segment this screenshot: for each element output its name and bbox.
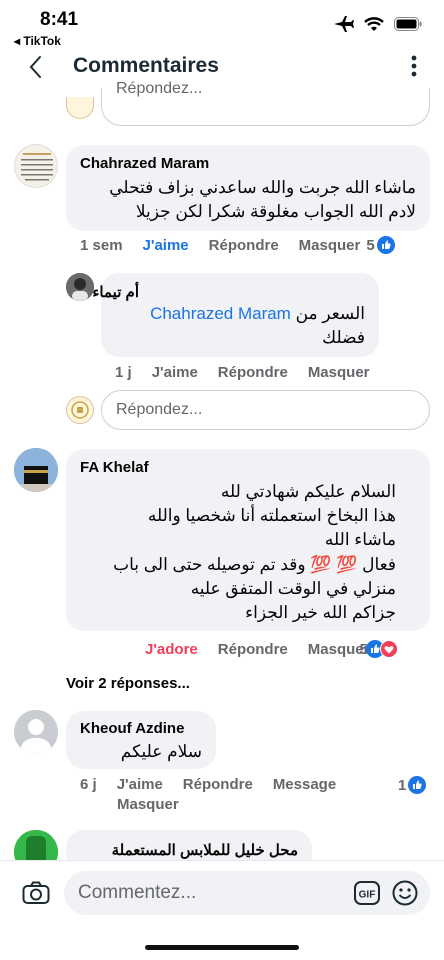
wifi-icon xyxy=(364,16,384,31)
comment-text-line: السلام عليكم شهادتي لله xyxy=(220,482,396,501)
reaction-count[interactable]: 1 xyxy=(398,777,406,794)
status-time: 8:41 xyxy=(40,9,79,30)
reply-placeholder: Répondez... xyxy=(116,80,203,97)
comment-text: سلام عليكم xyxy=(120,742,202,761)
heart-icon xyxy=(379,640,398,658)
more-icon[interactable] xyxy=(410,54,418,78)
reply-button[interactable]: Répondre xyxy=(209,237,279,254)
gif-icon[interactable]: GIF xyxy=(354,881,380,905)
avatar-image xyxy=(21,153,53,181)
comment-placeholder: Commentez... xyxy=(78,882,197,903)
reply-bubble[interactable]: أم تيماء السعر من Chahrazed Maram فضلك xyxy=(92,273,379,357)
home-indicator xyxy=(145,945,299,950)
comment-actions-row2: Masquer xyxy=(117,796,179,813)
message-button[interactable]: Message xyxy=(273,776,336,793)
back-to-app-link[interactable]: ◂ TikTok xyxy=(14,34,61,48)
reply-text-line: السعر من Chahrazed Maram xyxy=(105,303,365,325)
reply-text-part: السعر من xyxy=(295,304,365,323)
reply-author[interactable]: أم تيماء xyxy=(92,283,139,301)
reply-button[interactable]: Répondre xyxy=(218,364,288,381)
reply-time: 1 j xyxy=(115,364,132,381)
comment-author[interactable]: Chahrazed Maram xyxy=(80,155,209,172)
airplane-icon xyxy=(334,16,354,32)
hide-button[interactable]: Masquer xyxy=(308,364,370,381)
comment-text-line: ماشاء الله xyxy=(324,530,396,549)
see-replies-link[interactable]: Voir 2 réponses... xyxy=(66,675,190,692)
comment-reactions[interactable]: 1 xyxy=(398,776,427,794)
like-button[interactable]: J'aime xyxy=(143,237,189,254)
avatar[interactable] xyxy=(66,273,94,301)
emoji-icon[interactable] xyxy=(392,880,418,906)
comment-author[interactable]: محل خليل للملابس المستعملة xyxy=(112,841,298,859)
comment-actions: 6 j J'aime Répondre Message xyxy=(80,776,336,793)
like-button[interactable]: J'aime xyxy=(117,776,163,793)
comment-bubble[interactable]: Chahrazed Maram ماشاء الله جربت والله سا… xyxy=(66,145,430,231)
camera-icon[interactable] xyxy=(22,881,50,905)
comment-composer-bar: Commentez... GIF xyxy=(0,860,444,960)
comment-time: 1 sem xyxy=(80,236,123,254)
comment-text-line: ماشاء الله جربت والله ساعدني بزاف فتحلي xyxy=(109,178,416,197)
battery-icon xyxy=(394,17,422,31)
like-button[interactable]: J'aime xyxy=(152,364,198,381)
avatar-image xyxy=(14,448,58,492)
comment-actions: J'adore Répondre Masquer 5 xyxy=(145,640,398,658)
comment-input[interactable]: Commentez... GIF xyxy=(64,871,430,915)
back-arrow-icon[interactable] xyxy=(22,52,52,82)
comment-bubble[interactable]: FA Khelaf السلام عليكم شهادتي لله هذا ال… xyxy=(66,449,430,631)
avatar[interactable] xyxy=(14,448,58,492)
comment-text-line: جزاكم الله خير الجزاء xyxy=(245,603,396,622)
like-icon xyxy=(376,236,395,254)
reply-text-line: فضلك xyxy=(322,328,365,347)
avatar[interactable] xyxy=(14,710,58,754)
status-icons xyxy=(334,16,422,32)
reply-button[interactable]: Répondre xyxy=(218,641,288,658)
comment-time: 6 j xyxy=(80,776,97,793)
avatar-image xyxy=(71,401,89,419)
comment-author[interactable]: FA Khelaf xyxy=(80,459,149,476)
comment-text-line: هذا البخاخ استعملته أنا شخصيا والله xyxy=(147,506,396,525)
avatar[interactable] xyxy=(14,144,58,188)
reaction-count[interactable]: 5 xyxy=(366,237,374,254)
avatar-image xyxy=(66,273,94,301)
hide-button[interactable]: Masquer xyxy=(299,237,361,254)
comment-author[interactable]: Kheouf Azdine xyxy=(80,720,184,737)
avatar-image xyxy=(14,710,58,754)
comment-text-line: فعال 💯 💯 وقد تم توصيله حتى الى باب xyxy=(113,555,396,574)
comment-text-line: لادم الله الجواب مغلوقة شكرا لكن جزيلا xyxy=(135,202,416,221)
status-bar: 8:41 ◂ TikTok xyxy=(0,0,444,50)
svg-text:GIF: GIF xyxy=(359,890,376,901)
love-button[interactable]: J'adore xyxy=(145,641,198,658)
hide-button[interactable]: Masquer xyxy=(117,796,179,813)
like-icon xyxy=(408,776,427,794)
reply-actions: 1 j J'aime Répondre Masquer xyxy=(115,364,370,381)
reply-button[interactable]: Répondre xyxy=(183,776,253,793)
reply-input[interactable]: Répondez... xyxy=(101,80,430,126)
avatar xyxy=(66,97,94,119)
reply-input[interactable]: Répondez... xyxy=(101,390,430,430)
reply-placeholder: Répondez... xyxy=(116,401,203,418)
avatar xyxy=(66,396,94,424)
comments-header: Commentaires xyxy=(0,50,444,90)
comment-bubble[interactable]: Kheouf Azdine سلام عليكم xyxy=(66,711,216,769)
mention-link[interactable]: Chahrazed Maram xyxy=(150,304,291,323)
comment-text-line: منزلي في الوقت المتفق عليه xyxy=(190,579,396,598)
comment-actions: 1 sem J'aime Répondre Masquer 5 xyxy=(80,236,395,254)
page-title: Commentaires xyxy=(73,54,219,77)
